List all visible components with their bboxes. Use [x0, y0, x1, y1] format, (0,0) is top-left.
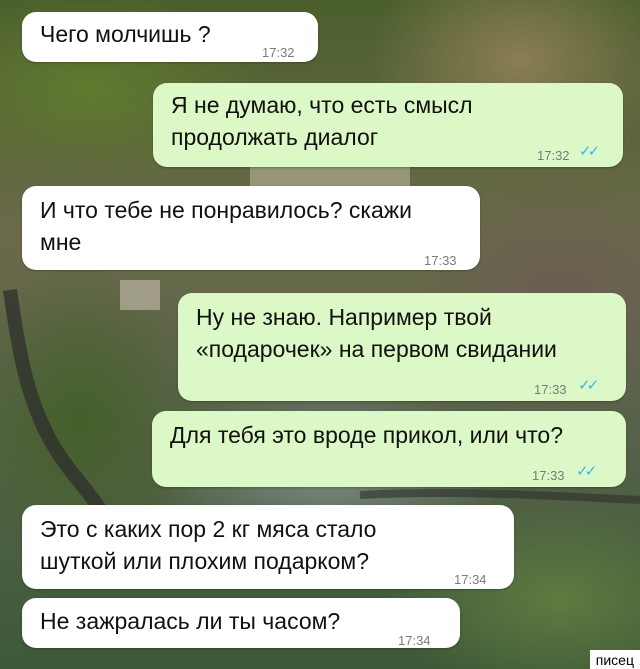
- double-check-icon: ✓✓: [579, 143, 600, 160]
- message-text: Для тебя это вроде прикол, или что?: [170, 422, 563, 448]
- message-text: Чего молчишь ?: [40, 21, 211, 47]
- message-time: 17:33: [532, 468, 565, 483]
- watermark: писец: [589, 650, 640, 669]
- message-time: 17:33: [534, 382, 567, 397]
- message-text-line: «подарочек» на первом свидании: [196, 336, 557, 362]
- double-check-icon: ✓✓: [578, 377, 599, 394]
- message-bubble-outgoing[interactable]: Я не думаю, что есть смысл продолжать ди…: [153, 83, 623, 167]
- message-text-line: продолжать диалог: [171, 124, 379, 150]
- message-bubble-incoming[interactable]: И что тебе не понравилось? скажи мне 17:…: [22, 186, 480, 270]
- double-check-icon: ✓✓: [576, 463, 597, 480]
- message-text-line: мне: [40, 229, 82, 255]
- message-time: 17:32: [262, 45, 295, 60]
- message-text-line: Я не думаю, что есть смысл: [171, 92, 473, 118]
- message-bubble-outgoing[interactable]: Для тебя это вроде прикол, или что? 17:3…: [152, 411, 626, 487]
- message-time: 17:32: [537, 148, 570, 163]
- message-text: Не зажралась ли ты часом?: [40, 608, 341, 634]
- message-text-line: Это с каких пор 2 кг мяса стало: [40, 516, 377, 542]
- message-time: 17:34: [454, 572, 487, 587]
- message-time: 17:34: [398, 633, 431, 648]
- message-text-line: И что тебе не понравилось? скажи: [40, 197, 412, 223]
- message-time: 17:33: [424, 253, 457, 268]
- message-bubble-outgoing[interactable]: Ну не знаю. Например твой «подарочек» на…: [178, 293, 626, 401]
- message-text-line: Ну не знаю. Например твой: [196, 304, 492, 330]
- message-bubble-incoming[interactable]: Не зажралась ли ты часом? 17:34: [22, 598, 460, 648]
- message-text-line: шуткой или плохим подарком?: [40, 548, 370, 574]
- message-bubble-incoming[interactable]: Чего молчишь ? 17:32: [22, 12, 318, 62]
- message-bubble-incoming[interactable]: Это с каких пор 2 кг мяса стало шуткой и…: [22, 505, 514, 589]
